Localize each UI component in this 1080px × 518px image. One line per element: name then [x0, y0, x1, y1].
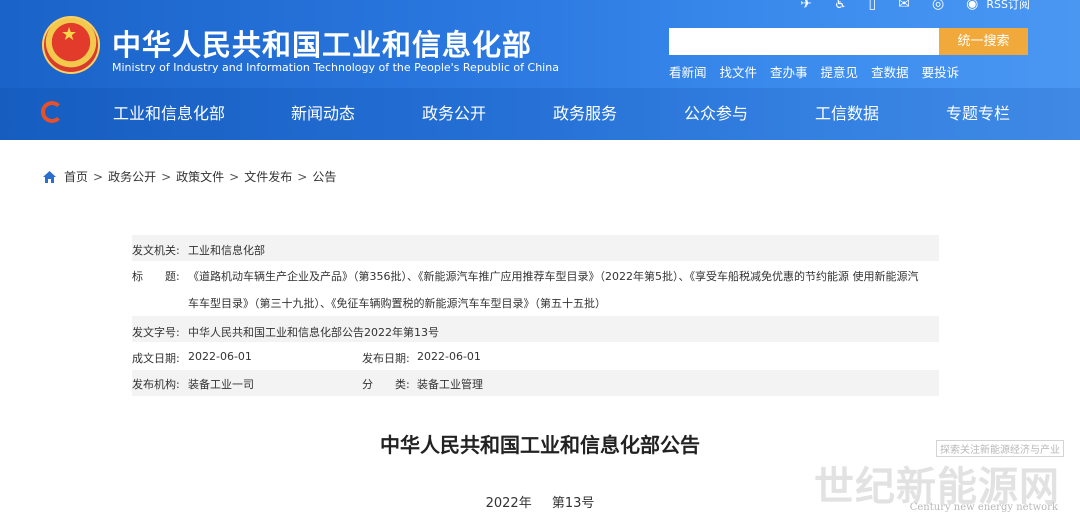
site-title[interactable]: 中华人民共和国工业和信息化部 [112, 22, 532, 64]
site-header: ★ 中华人民共和国工业和信息化部 Ministry of Industry an… [0, 0, 1080, 140]
nav-item-data[interactable]: 工信数据 [815, 100, 879, 124]
breadcrumb-file-release[interactable]: 文件发布 [244, 168, 292, 185]
breadcrumb-separator: > [297, 169, 308, 184]
bird-icon[interactable]: ✈ [800, 0, 812, 12]
home-icon[interactable] [42, 170, 57, 184]
quick-link-news[interactable]: 看新闻 [669, 62, 707, 81]
quick-link-files[interactable]: 找文件 [720, 62, 758, 81]
breadcrumb-separator: > [161, 169, 172, 184]
breadcrumb-separator: > [93, 169, 104, 184]
info-row-title: 标 题: 《道路机动车辆生产企业及产品》（第356批）、《新能源汽车推广应用推荐… [132, 261, 939, 316]
title-label: 标 题: [132, 270, 180, 283]
nav-item-participation[interactable]: 公众参与 [684, 100, 748, 124]
wechat-icon[interactable]: ◎ [932, 0, 944, 12]
org-label: 发布机构: [132, 378, 180, 391]
national-emblem-logo[interactable]: ★ [42, 16, 100, 74]
category-value: 装备工业管理 [417, 378, 483, 391]
org-value: 装备工业一司 [188, 378, 254, 391]
nav-item-news[interactable]: 新闻动态 [291, 100, 355, 124]
docno-value: 中华人民共和国工业和信息化部公告2022年第13号 [188, 326, 439, 339]
quick-link-complaint[interactable]: 要投诉 [922, 62, 960, 81]
docno-label: 发文字号: [132, 326, 180, 339]
published-date-label: 发布日期: [362, 352, 410, 365]
watermark: 探索关注新能源经济与产业 世纪新能源网 Century new energy n… [814, 440, 1070, 518]
breadcrumb-separator: > [229, 169, 240, 184]
nav-item-services[interactable]: 政务服务 [553, 100, 617, 124]
title-value-line1: 《道路机动车辆生产企业及产品》（第356批）、《新能源汽车推广应用推荐车型目录》… [188, 270, 919, 283]
nav-item-topics[interactable]: 专题专栏 [946, 100, 1010, 124]
weibo-icon[interactable]: ◉ [966, 0, 978, 12]
issuer-label: 发文机关: [132, 244, 180, 257]
written-date-value: 2022-06-01 [188, 350, 252, 363]
info-row-org: 发布机构: 装备工业一司 分 类: 装备工业管理 [132, 370, 939, 396]
title-value-line2: 车车型目录》（第三十九批）、《免征车辆购置税的新能源汽车车型目录》（第五十五批） [188, 297, 606, 310]
breadcrumb-home[interactable]: 首页 [64, 168, 88, 185]
accessibility-icon[interactable]: ♿ [834, 0, 847, 12]
top-icon-bar: ✈ ♿ ▯ ✉ ◎ ◉ RSS订阅 [800, 0, 1030, 12]
info-row-issuer: 发文机关: 工业和信息化部 [132, 235, 939, 261]
quick-link-services[interactable]: 查办事 [770, 62, 808, 81]
search-input[interactable] [669, 28, 939, 55]
site-title-english: Ministry of Industry and Information Tec… [112, 61, 559, 74]
published-date-value: 2022-06-01 [417, 350, 481, 363]
nav-item-government-affairs[interactable]: 政务公开 [422, 100, 486, 124]
watermark-english: Century new energy network [909, 502, 1058, 513]
quick-links: 看新闻 找文件 查办事 提意见 查数据 要投诉 [669, 62, 959, 81]
main-nav: 工业和信息化部 新闻动态 政务公开 政务服务 公众参与 工信数据 专题专栏 [0, 96, 1080, 128]
document-issue-number: 第13号 [551, 496, 595, 511]
breadcrumb: 首页 > 政务公开 > 政策文件 > 文件发布 > 公告 [42, 168, 336, 185]
breadcrumb-policy-files[interactable]: 政策文件 [176, 168, 224, 185]
info-row-docno: 发文字号: 中华人民共和国工业和信息化部公告2022年第13号 [132, 316, 939, 342]
ministry-logo-icon[interactable] [41, 101, 63, 123]
info-row-dates: 成文日期: 2022-06-01 发布日期: 2022-06-01 [132, 342, 939, 370]
quick-link-data[interactable]: 查数据 [871, 62, 909, 81]
issuer-value: 工业和信息化部 [188, 244, 265, 257]
document-year: 2022年 [485, 496, 532, 511]
quick-link-feedback[interactable]: 提意见 [821, 62, 859, 81]
breadcrumb-announcement[interactable]: 公告 [312, 168, 336, 185]
breadcrumb-government-affairs[interactable]: 政务公开 [108, 168, 156, 185]
document-info-table: 发文机关: 工业和信息化部 标 题: 《道路机动车辆生产企业及产品》（第356批… [132, 235, 939, 396]
nav-item-ministry[interactable]: 工业和信息化部 [113, 100, 225, 124]
mobile-icon[interactable]: ▯ [869, 0, 877, 12]
category-label: 分 类: [362, 378, 410, 391]
written-date-label: 成文日期: [132, 352, 180, 365]
rss-link[interactable]: RSS订阅 [986, 0, 1030, 12]
mail-icon[interactable]: ✉ [898, 0, 910, 12]
search-button[interactable]: 统一搜索 [939, 28, 1028, 55]
